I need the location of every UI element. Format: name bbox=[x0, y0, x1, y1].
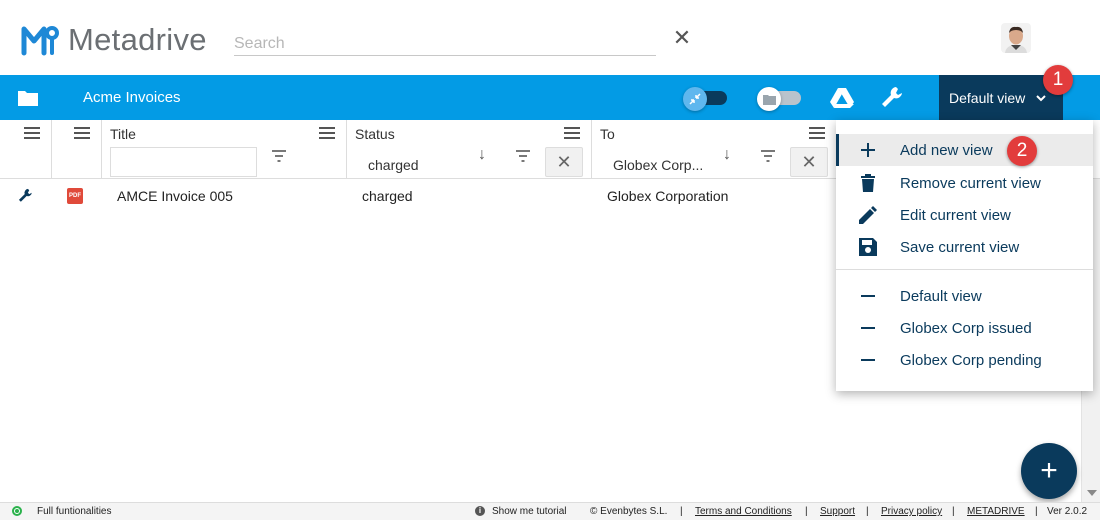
clear-search-icon[interactable]: ✕ bbox=[672, 27, 692, 49]
pencil-icon bbox=[858, 205, 878, 225]
chevron-down-icon bbox=[1036, 94, 1046, 101]
status-text: Full funtionalities bbox=[37, 506, 112, 517]
menu-item-label: Edit current view bbox=[900, 206, 1011, 224]
clear-filter-button[interactable]: ✕ bbox=[545, 147, 583, 177]
column-title-status[interactable]: Status bbox=[355, 126, 395, 142]
column-divider bbox=[101, 120, 102, 179]
wrench-icon[interactable] bbox=[17, 187, 35, 205]
menu-item-label: Default view bbox=[900, 287, 982, 305]
compact-toggle[interactable] bbox=[683, 87, 727, 111]
column-menu-icon[interactable] bbox=[74, 127, 90, 139]
filter-icon[interactable] bbox=[760, 150, 776, 162]
app-name: Metadrive bbox=[68, 22, 207, 57]
title-filter-input[interactable] bbox=[110, 147, 257, 177]
column-divider bbox=[591, 120, 592, 179]
column-title-title[interactable]: Title bbox=[110, 126, 136, 142]
add-document-button[interactable]: + bbox=[1021, 443, 1077, 499]
menu-item-label: Add new view bbox=[900, 141, 993, 159]
row-status: charged bbox=[362, 188, 413, 204]
collection-title: Acme Invoices bbox=[83, 89, 181, 106]
pdf-file-icon: PDF bbox=[67, 188, 83, 204]
metadrive-logo-icon bbox=[21, 26, 59, 56]
menu-item-view-globex-pending[interactable]: Globex Corp pending bbox=[836, 344, 1093, 376]
view-selector-label: Default view bbox=[949, 89, 1026, 106]
dash-icon bbox=[858, 350, 878, 370]
column-menu-icon[interactable] bbox=[809, 127, 825, 139]
toolbar: Acme Invoices Default view 1 bbox=[0, 65, 1100, 120]
filter-icon[interactable] bbox=[271, 150, 287, 162]
privacy-link[interactable]: Privacy policy bbox=[881, 506, 942, 517]
footer-separator: | bbox=[1035, 506, 1038, 517]
menu-item-view-default[interactable]: Default view bbox=[836, 280, 1093, 312]
footer: Full funtionalities i Show me tutorial ©… bbox=[0, 502, 1100, 520]
scroll-down-arrow-icon[interactable] bbox=[1087, 490, 1097, 496]
copyright-text: © Evenbytes S.L. bbox=[590, 506, 668, 517]
trash-icon bbox=[858, 173, 878, 193]
user-avatar[interactable] bbox=[1001, 23, 1031, 53]
footer-separator: | bbox=[680, 506, 683, 517]
row-to: Globex Corporation bbox=[607, 188, 729, 204]
search-input[interactable] bbox=[234, 32, 656, 56]
dash-icon bbox=[858, 286, 878, 306]
sort-arrow-icon[interactable]: ↓ bbox=[478, 146, 486, 164]
column-menu-icon[interactable] bbox=[319, 127, 335, 139]
column-divider bbox=[51, 120, 52, 179]
to-filter-value[interactable]: Globex Corp... bbox=[613, 157, 703, 173]
menu-item-view-globex-issued[interactable]: Globex Corp issued bbox=[836, 312, 1093, 344]
status-filter-value[interactable]: charged bbox=[368, 157, 419, 173]
menu-item-add-view[interactable]: Add new view bbox=[836, 134, 1093, 166]
wrench-icon[interactable] bbox=[879, 84, 907, 112]
info-icon: i bbox=[475, 506, 485, 516]
support-link[interactable]: Support bbox=[820, 506, 855, 517]
footer-separator: | bbox=[866, 506, 869, 517]
folder-toggle-icon bbox=[757, 87, 781, 111]
menu-item-label: Globex Corp issued bbox=[900, 319, 1032, 337]
tutorial-link[interactable]: Show me tutorial bbox=[492, 506, 566, 517]
folders-toggle[interactable] bbox=[757, 87, 801, 111]
menu-item-label: Globex Corp pending bbox=[900, 351, 1042, 369]
top-bar: Metadrive ✕ bbox=[0, 0, 1100, 75]
dash-icon bbox=[858, 318, 878, 338]
save-icon bbox=[858, 237, 878, 257]
column-menu-icon[interactable] bbox=[24, 127, 40, 139]
filter-icon[interactable] bbox=[515, 150, 531, 162]
column-title-to[interactable]: To bbox=[600, 126, 615, 142]
google-drive-icon[interactable] bbox=[829, 86, 855, 110]
version-text: Ver 2.0.2 bbox=[1047, 506, 1088, 517]
terms-link[interactable]: Terms and Conditions bbox=[695, 506, 792, 517]
footer-separator: | bbox=[952, 506, 955, 517]
footer-separator: | bbox=[805, 506, 808, 517]
column-menu-icon[interactable] bbox=[564, 127, 580, 139]
status-indicator-icon bbox=[12, 506, 22, 516]
step-badge-2: 2 bbox=[1007, 136, 1037, 166]
clear-filter-button[interactable]: ✕ bbox=[790, 147, 828, 177]
app-logo[interactable]: Metadrive bbox=[20, 22, 207, 58]
compress-icon bbox=[683, 87, 707, 111]
column-divider bbox=[346, 120, 347, 179]
metadrive-link[interactable]: METADRIVE bbox=[967, 506, 1025, 517]
menu-item-edit-view[interactable]: Edit current view bbox=[836, 199, 1093, 231]
plus-icon bbox=[858, 140, 878, 160]
view-menu: Add new view 2 Remove current view Edit … bbox=[836, 120, 1093, 391]
menu-item-label: Remove current view bbox=[900, 174, 1041, 192]
row-title[interactable]: AMCE Invoice 005 bbox=[117, 188, 233, 204]
menu-divider bbox=[836, 269, 1093, 270]
menu-item-save-view[interactable]: Save current view bbox=[836, 231, 1093, 263]
step-badge-1: 1 bbox=[1043, 65, 1073, 95]
menu-item-remove-view[interactable]: Remove current view bbox=[836, 167, 1093, 199]
menu-item-label: Save current view bbox=[900, 238, 1020, 256]
sort-arrow-icon[interactable]: ↓ bbox=[723, 146, 731, 164]
folder-icon[interactable] bbox=[17, 88, 39, 108]
